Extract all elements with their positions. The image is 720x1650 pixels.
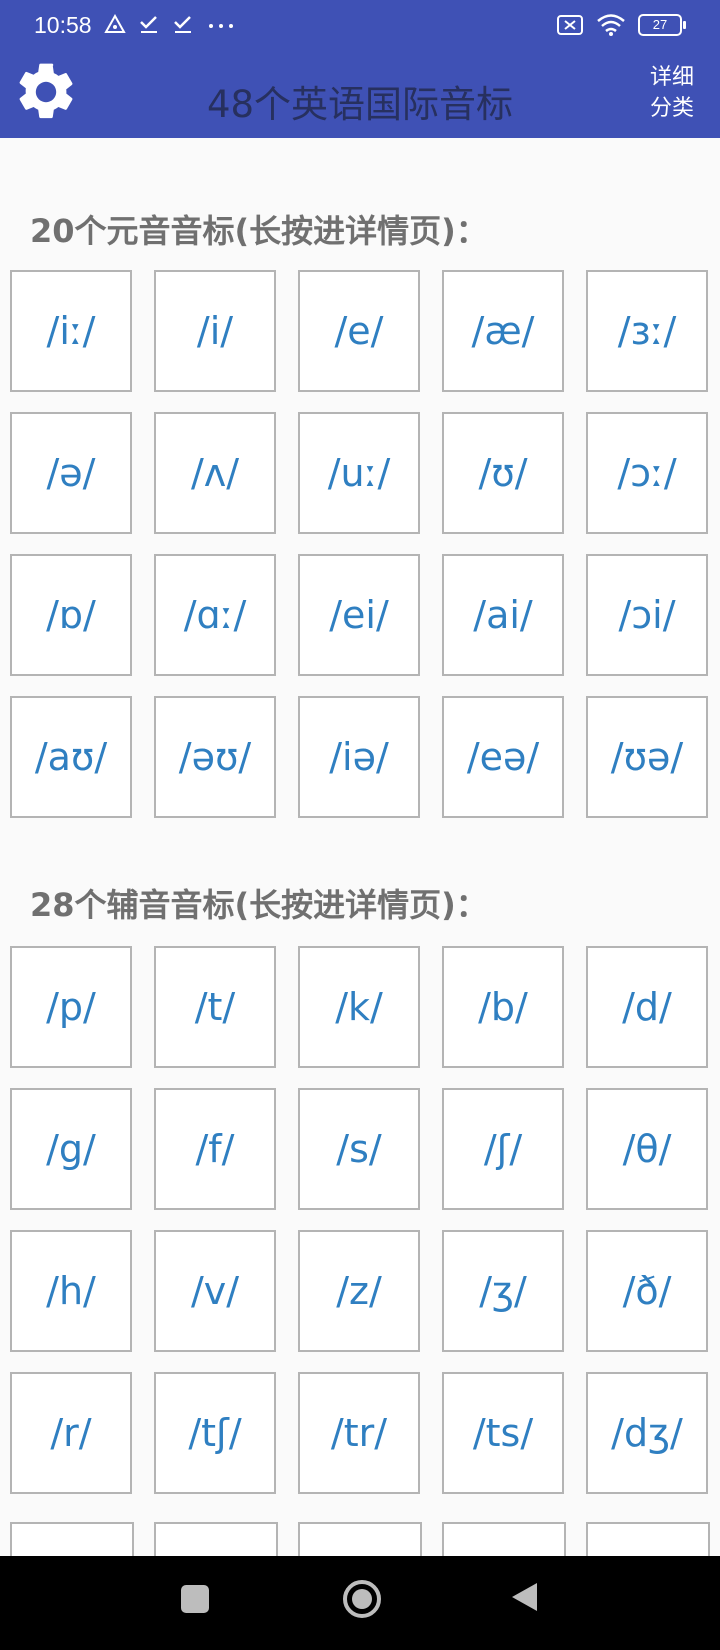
home-icon[interactable] [341, 1578, 383, 1620]
vowel-cell[interactable]: /ɒ/ [10, 554, 132, 676]
vowel-cell[interactable]: /e/ [298, 270, 420, 392]
vowel-cell[interactable]: /iː/ [10, 270, 132, 392]
consonant-cell[interactable]: /dʒ/ [586, 1372, 708, 1494]
consonant-cell[interactable]: /ð/ [586, 1230, 708, 1352]
battery-icon: 27 [638, 14, 686, 36]
consonant-cell[interactable]: /f/ [154, 1088, 276, 1210]
consonant-grid: /p//t//k//b//d//g//f//s//ʃ//θ//h//v//z//… [10, 946, 710, 1494]
consonant-cell[interactable]: /k/ [298, 946, 420, 1068]
consonant-cell[interactable]: /ʒ/ [442, 1230, 564, 1352]
vowel-cell[interactable]: /eə/ [442, 696, 564, 818]
detail-category-button[interactable]: 详细 分类 [644, 62, 700, 124]
page-title: 48个英语国际音标 [206, 83, 514, 126]
vowel-cell[interactable]: /æ/ [442, 270, 564, 392]
vowel-cell[interactable]: /ʊə/ [586, 696, 708, 818]
vowel-cell[interactable]: /ʊ/ [442, 412, 564, 534]
vowel-cell[interactable]: /ə/ [10, 412, 132, 534]
vowel-cell[interactable]: /aʊ/ [10, 696, 132, 818]
consonant-cell[interactable]: /b/ [442, 946, 564, 1068]
vowel-cell[interactable]: /ɔː/ [586, 412, 708, 534]
consonant-cell[interactable]: /s/ [298, 1088, 420, 1210]
consonant-cell[interactable]: /r/ [10, 1372, 132, 1494]
status-left-icons [104, 14, 236, 34]
status-bar: 10:58 27 [0, 0, 720, 54]
consonant-cell[interactable]: /d/ [586, 946, 708, 1068]
status-time: 10:58 [34, 12, 92, 38]
app-bar: 48个英语国际音标 详细 分类 [0, 54, 720, 138]
check-icon [174, 16, 191, 33]
consonant-cell[interactable]: /ts/ [442, 1372, 564, 1494]
wifi-icon [597, 14, 625, 36]
vowel-cell[interactable]: /i/ [154, 270, 276, 392]
vowel-cell[interactable]: /əʊ/ [154, 696, 276, 818]
vowel-cell[interactable]: /ɜː/ [586, 270, 708, 392]
vowel-cell[interactable]: /ʌ/ [154, 412, 276, 534]
vowel-cell[interactable]: /ɔi/ [586, 554, 708, 676]
consonant-cell[interactable]: /θ/ [586, 1088, 708, 1210]
vowel-cell[interactable]: /ai/ [442, 554, 564, 676]
consonant-cell[interactable]: /t/ [154, 946, 276, 1068]
warning-triangle-icon [104, 14, 126, 33]
vowel-cell[interactable]: /uː/ [298, 412, 420, 534]
consonant-cell[interactable]: /ʃ/ [442, 1088, 564, 1210]
detail-label-line1: 详细 [649, 65, 694, 90]
navigation-bar [0, 1556, 720, 1650]
consonant-cell[interactable]: /tr/ [298, 1372, 420, 1494]
detail-label-line2: 分类 [649, 96, 694, 121]
consonant-cell[interactable]: /z/ [298, 1230, 420, 1352]
status-right-icons: 27 [556, 13, 686, 37]
vowel-cell[interactable]: /ei/ [298, 554, 420, 676]
recent-apps-icon[interactable] [181, 1585, 209, 1613]
consonant-cell[interactable]: /g/ [10, 1088, 132, 1210]
vowel-section-title: 20个元音音标(长按进详情页)： [30, 212, 488, 250]
consonant-cell[interactable]: /p/ [10, 946, 132, 1068]
back-icon[interactable] [508, 1580, 540, 1614]
vowel-grid: /iː//i//e//æ//ɜː/ /ə//ʌ//uː//ʊ//ɔː/ /ɒ//ɑː… [10, 270, 710, 818]
consonant-cell[interactable]: /h/ [10, 1230, 132, 1352]
consonant-cell[interactable]: /v/ [154, 1230, 276, 1352]
more-dots-icon [209, 24, 233, 28]
vowel-cell[interactable]: /iə/ [298, 696, 420, 818]
consonant-section-title: 28个辅音音标(长按进详情页)： [30, 886, 488, 924]
no-sim-icon [557, 15, 583, 35]
consonant-cell[interactable]: /tʃ/ [154, 1372, 276, 1494]
vowel-cell[interactable]: /ɑː/ [154, 554, 276, 676]
check-icon [140, 16, 157, 33]
